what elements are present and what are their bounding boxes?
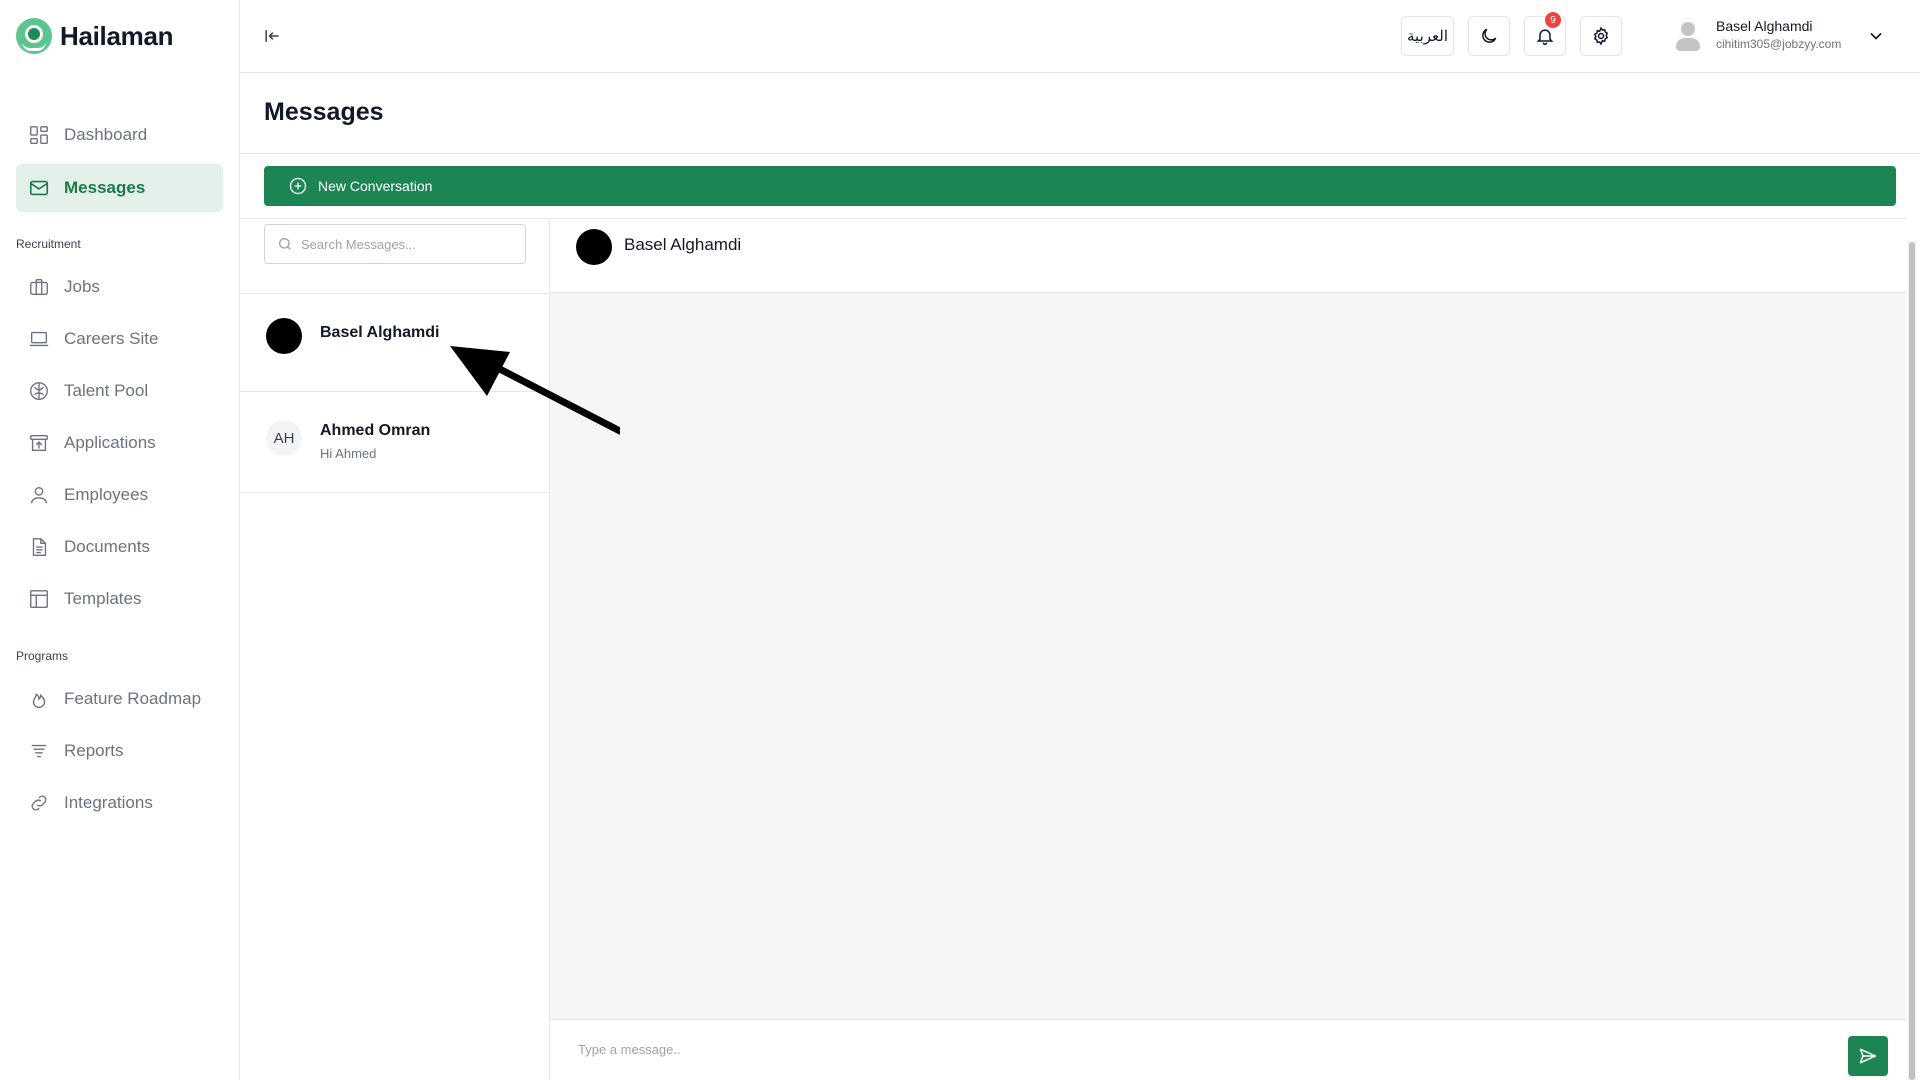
sidebar-item-label: Messages <box>64 178 146 197</box>
avatar: AH <box>266 420 302 456</box>
sidebar-item-documents[interactable]: Documents <box>16 523 223 571</box>
user-icon <box>30 486 48 504</box>
sidebar-item-label: Templates <box>64 589 142 608</box>
brain-icon <box>30 382 48 400</box>
flame-icon <box>32 693 46 708</box>
sidebar-item-label: Integrations <box>64 793 153 812</box>
gear-icon <box>1593 26 1609 46</box>
document-icon <box>32 538 47 556</box>
sidebar-item-reports[interactable]: Reports <box>16 727 223 775</box>
briefcase-icon <box>30 278 48 296</box>
scrollbar[interactable] <box>1908 242 1916 1080</box>
new-conversation-label: New Conversation <box>318 178 433 194</box>
settings-button[interactable] <box>1580 16 1622 56</box>
arrow-annotation <box>450 346 620 435</box>
sidebar-item-talent-pool[interactable]: Talent Pool <box>16 367 223 415</box>
language-toggle-button[interactable]: العربية <box>1401 16 1454 56</box>
new-conversation-button[interactable]: New Conversation <box>264 166 1896 206</box>
sidebar-item-label: Feature Roadmap <box>64 689 202 708</box>
sidebar-item-messages[interactable]: Messages <box>16 164 223 212</box>
notification-badge: 9 <box>1545 12 1561 28</box>
top-bar: العربية 9 Basel Alghamdi cihitim305@jobz… <box>240 0 1920 73</box>
sidebar-item-label: Talent Pool <box>64 381 149 400</box>
link-icon <box>31 795 47 811</box>
moon-icon <box>1482 28 1497 43</box>
sidebar-item-templates[interactable]: Templates <box>16 575 223 623</box>
avatar <box>266 318 302 354</box>
avatar <box>1672 14 1704 54</box>
chevron-down-icon[interactable] <box>1866 26 1886 46</box>
plus-circle-icon <box>289 177 307 195</box>
conversation-preview: Hi Ahmed <box>320 446 377 461</box>
theme-toggle-button[interactable] <box>1468 16 1510 56</box>
sidebar-item-label: Employees <box>64 485 149 504</box>
sidebar-item-dashboard[interactable]: Dashboard <box>16 111 223 159</box>
collapse-sidebar-icon[interactable] <box>262 26 282 46</box>
send-icon <box>1859 1048 1877 1064</box>
dashboard-icon <box>30 126 48 144</box>
notifications-button[interactable]: 9 <box>1524 12 1566 56</box>
user-email: cihitim305@jobzyy.com <box>1716 36 1842 51</box>
sidebar-item-label: Careers Site <box>64 329 159 348</box>
chat-contact-name: Basel Alghamdi <box>624 235 742 254</box>
divider <box>240 153 1920 154</box>
sidebar-item-careers-site[interactable]: Careers Site <box>16 315 223 363</box>
sidebar-item-applications[interactable]: Applications <box>16 419 223 467</box>
chat-header: Basel Alghamdi <box>550 219 1906 293</box>
sidebar-item-label: Documents <box>64 537 150 556</box>
archive-icon <box>30 434 48 452</box>
sidebar-item-employees[interactable]: Employees <box>16 471 223 519</box>
message-input[interactable] <box>578 1042 1778 1057</box>
search-box[interactable] <box>264 224 526 264</box>
brand-name: Hailaman <box>60 20 174 51</box>
message-composer <box>550 1019 1906 1080</box>
send-button[interactable] <box>1848 1036 1888 1076</box>
avatar <box>576 229 612 265</box>
sidebar-item-label: Dashboard <box>64 125 148 144</box>
search-icon <box>279 238 291 250</box>
chat-panel: Basel Alghamdi <box>550 218 1906 1080</box>
sidebar-item-feature-roadmap[interactable]: Feature Roadmap <box>16 675 223 723</box>
message-area <box>550 293 1906 1019</box>
search-input[interactable] <box>301 236 521 252</box>
sidebar-item-label: Applications <box>64 433 156 452</box>
sidebar-item-label: Reports <box>64 741 124 760</box>
brand-logo[interactable]: Hailaman <box>16 18 174 54</box>
user-menu[interactable]: Basel Alghamdi cihitim305@jobzyy.com <box>1672 14 1841 54</box>
sidebar-item-label: Jobs <box>64 277 100 296</box>
conversation-name: Basel Alghamdi <box>320 324 440 341</box>
user-name: Basel Alghamdi <box>1716 17 1813 34</box>
layout-icon <box>30 590 48 608</box>
page-title: Messages <box>264 98 384 126</box>
mail-icon <box>29 180 49 196</box>
conversation-name: Ahmed Omran <box>320 422 431 439</box>
filter-list-icon <box>31 744 47 758</box>
section-label-recruitment: Recruitment <box>16 237 81 251</box>
bell-icon <box>1536 29 1554 46</box>
laptop-icon <box>29 331 49 347</box>
section-label-programs: Programs <box>16 649 69 663</box>
logo-icon <box>16 18 52 54</box>
sidebar-item-jobs[interactable]: Jobs <box>16 263 223 311</box>
sidebar-item-integrations[interactable]: Integrations <box>16 779 223 827</box>
sidebar: Hailaman Dashboard Messages Recruitment … <box>0 0 240 1080</box>
